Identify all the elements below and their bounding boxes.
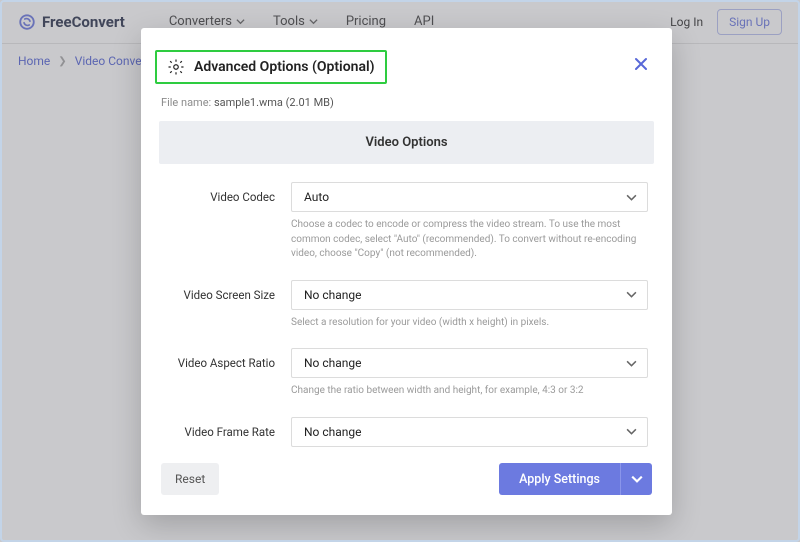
option-row-screen-size: Video Screen Size No change Select a res… bbox=[159, 280, 654, 331]
modal-title: Advanced Options (Optional) bbox=[194, 59, 375, 75]
chevron-down-icon bbox=[626, 358, 637, 369]
option-help: Choose a codec to encode or compress the… bbox=[291, 218, 648, 262]
apply-group: Apply Settings bbox=[499, 463, 652, 495]
option-row-aspect-ratio: Video Aspect Ratio No change Change the … bbox=[159, 348, 654, 399]
select-screen-size[interactable]: No change bbox=[291, 280, 648, 310]
select-aspect-ratio[interactable]: No change bbox=[291, 348, 648, 378]
modal-header: Advanced Options (Optional) bbox=[141, 28, 672, 92]
option-help: Change the ratio between width and heigh… bbox=[291, 384, 648, 399]
modal-body: Video Options Video Codec Auto Choose a … bbox=[159, 121, 654, 449]
option-label: Video Codec bbox=[165, 182, 291, 204]
select-value: Auto bbox=[304, 190, 329, 204]
reset-button[interactable]: Reset bbox=[161, 463, 219, 495]
option-row-codec: Video Codec Auto Choose a codec to encod… bbox=[159, 182, 654, 262]
select-value: No change bbox=[304, 425, 362, 439]
apply-dropdown-button[interactable] bbox=[620, 463, 652, 495]
option-label: Video Frame Rate bbox=[165, 417, 291, 439]
select-frame-rate[interactable]: No change bbox=[291, 417, 648, 447]
chevron-down-icon bbox=[631, 473, 643, 485]
chevron-down-icon bbox=[626, 192, 637, 203]
file-name-value: sample1.wma (2.01 MB) bbox=[214, 96, 334, 109]
modal-footer: Reset Apply Settings bbox=[141, 449, 672, 515]
select-video-codec[interactable]: Auto bbox=[291, 182, 648, 212]
section-title: Video Options bbox=[159, 121, 654, 164]
gear-icon bbox=[167, 58, 185, 76]
select-value: No change bbox=[304, 356, 362, 370]
file-name-label: File name: bbox=[161, 96, 211, 109]
chevron-down-icon bbox=[626, 289, 637, 300]
option-label: Video Screen Size bbox=[165, 280, 291, 302]
option-field: No change Select a resolution for your v… bbox=[291, 280, 648, 331]
option-field: No change Change the ratio between width… bbox=[291, 348, 648, 399]
option-row-frame-rate: Video Frame Rate No change Change FPS (f… bbox=[159, 417, 654, 450]
select-value: No change bbox=[304, 288, 362, 302]
modal-title-highlight: Advanced Options (Optional) bbox=[155, 50, 387, 84]
chevron-down-icon bbox=[626, 426, 637, 437]
close-icon bbox=[634, 57, 648, 71]
apply-button[interactable]: Apply Settings bbox=[499, 463, 620, 495]
option-field: Auto Choose a codec to encode or compres… bbox=[291, 182, 648, 262]
option-field: No change Change FPS (frames per second)… bbox=[291, 417, 648, 450]
advanced-options-modal: Advanced Options (Optional) File name: s… bbox=[141, 28, 672, 515]
file-name-row: File name: sample1.wma (2.01 MB) bbox=[141, 92, 672, 121]
option-help: Select a resolution for your video (widt… bbox=[291, 316, 648, 331]
option-label: Video Aspect Ratio bbox=[165, 348, 291, 370]
close-button[interactable] bbox=[634, 56, 648, 75]
